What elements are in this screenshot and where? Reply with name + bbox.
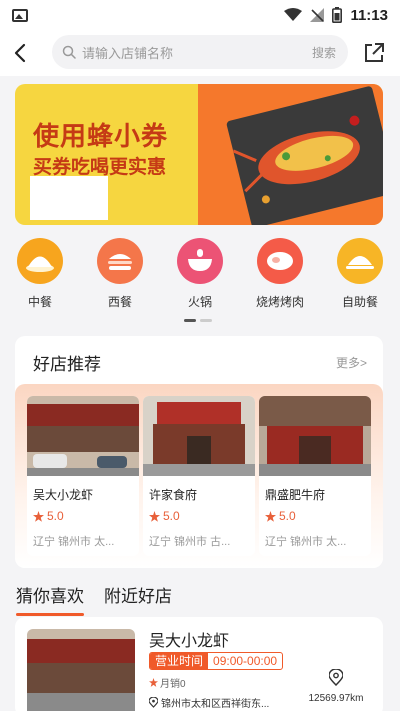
chevron-left-icon [14,43,26,63]
category-bbq[interactable]: 烧烤烤肉 [240,238,320,330]
location-pin-icon [149,697,158,708]
shop-address: 辽宁 锦州市 古... [149,536,231,548]
star-icon [33,510,44,522]
shop-address: 辽宁 锦州市 太... [33,536,115,548]
list-tabs: 猜你喜欢 附近好店 [0,576,400,616]
banner-subheadline: 买券吃喝更实惠 [33,156,167,178]
recommended-section: 好店推荐 更多> 吴大小龙虾 5.0 辽宁 锦州市 太... 许家食府 5.0 … [15,336,383,568]
banner-headline: 使用蜂小券 [33,122,169,152]
hours-value: 09:00-00:00 [213,654,278,668]
category-label: 自助餐 [341,295,378,309]
star-icon [149,510,160,522]
search-input[interactable]: 请输入店铺名称 [82,43,312,62]
category-label: 中餐 [27,295,52,309]
category-chinese[interactable]: 中餐 [0,238,80,330]
shop-photo [143,396,255,476]
shop-photo [259,396,371,476]
signal-off-icon [310,8,325,22]
back-button[interactable] [0,30,40,76]
star-icon [265,510,276,522]
category-western[interactable]: 西餐 [80,238,160,330]
rating-value: 5.0 [163,509,180,523]
meat-icon [257,238,303,284]
category-label: 火锅 [187,295,212,309]
tab-nearby[interactable]: 附近好店 [104,582,172,607]
image-notification-icon [12,8,28,22]
wifi-icon [284,8,303,21]
tab-guess-you-like[interactable]: 猜你喜欢 [16,582,84,616]
distance-value: 12569.97km [308,693,364,704]
star-icon [149,678,158,687]
more-link[interactable]: 更多> [336,354,367,371]
shop-rating: 5.0 [265,509,296,523]
shop-card[interactable]: 许家食府 5.0 辽宁 锦州市 古... [143,396,255,556]
category-hotpot[interactable]: 火锅 [160,238,240,330]
shop-card[interactable]: 鼎盛肥牛府 5.0 辽宁 锦州市 太... [259,396,371,556]
shop-location: 锦州市太和区西祥街东... [149,695,269,710]
hours-label: 营业时间 [150,653,209,669]
shop-name: 吴大小龙虾 [33,488,94,502]
status-bar: 11:13 [0,0,400,30]
hotpot-icon [177,238,223,284]
distance-block: 12569.97km [301,668,371,704]
shop-photo [27,396,139,476]
shop-name: 鼎盛肥牛府 [265,488,326,502]
rating-value: 5.0 [279,509,296,523]
sales-text: 月销0 [160,679,186,690]
shop-rating: 5.0 [149,509,180,523]
shop-card[interactable]: 吴大小龙虾 5.0 辽宁 锦州市 太... [27,396,139,556]
battery-icon [332,7,343,23]
rating-value: 5.0 [47,509,64,523]
bun-icon [17,238,63,284]
category-label: 烧烤烤肉 [255,295,304,309]
location-text: 锦州市太和区西祥街东... [161,699,270,710]
section-title: 好店推荐 [33,355,101,374]
banner-white-patch [30,176,108,220]
shop-name: 吴大小龙虾 [149,633,230,650]
category-buffet[interactable]: 自助餐 [320,238,400,330]
clock: 11:13 [350,6,388,24]
monthly-sales: 月销0 [149,675,186,690]
location-pin-icon [328,668,344,687]
category-label: 西餐 [107,295,132,309]
category-row: 中餐 西餐 火锅 烧烤烤肉 自助餐 [0,238,400,330]
shop-name: 许家食府 [149,488,198,502]
search-bar[interactable]: 请输入店铺名称 搜索 [52,35,348,69]
shop-rating: 5.0 [33,509,64,523]
shop-list-item[interactable]: 吴大小龙虾 营业时间 09:00-00:00 月销0 锦州市太和区西祥街东...… [15,617,383,711]
category-pager [184,319,212,322]
shop-photo [27,629,135,711]
business-hours-badge: 营业时间 09:00-00:00 [149,652,284,670]
buffet-icon [337,238,383,284]
share-icon[interactable] [362,41,386,65]
search-icon [62,45,76,59]
header: 请输入店铺名称 搜索 [0,30,400,76]
shop-address: 辽宁 锦州市 太... [265,536,347,548]
burger-icon [97,238,143,284]
search-button[interactable]: 搜索 [312,44,336,61]
